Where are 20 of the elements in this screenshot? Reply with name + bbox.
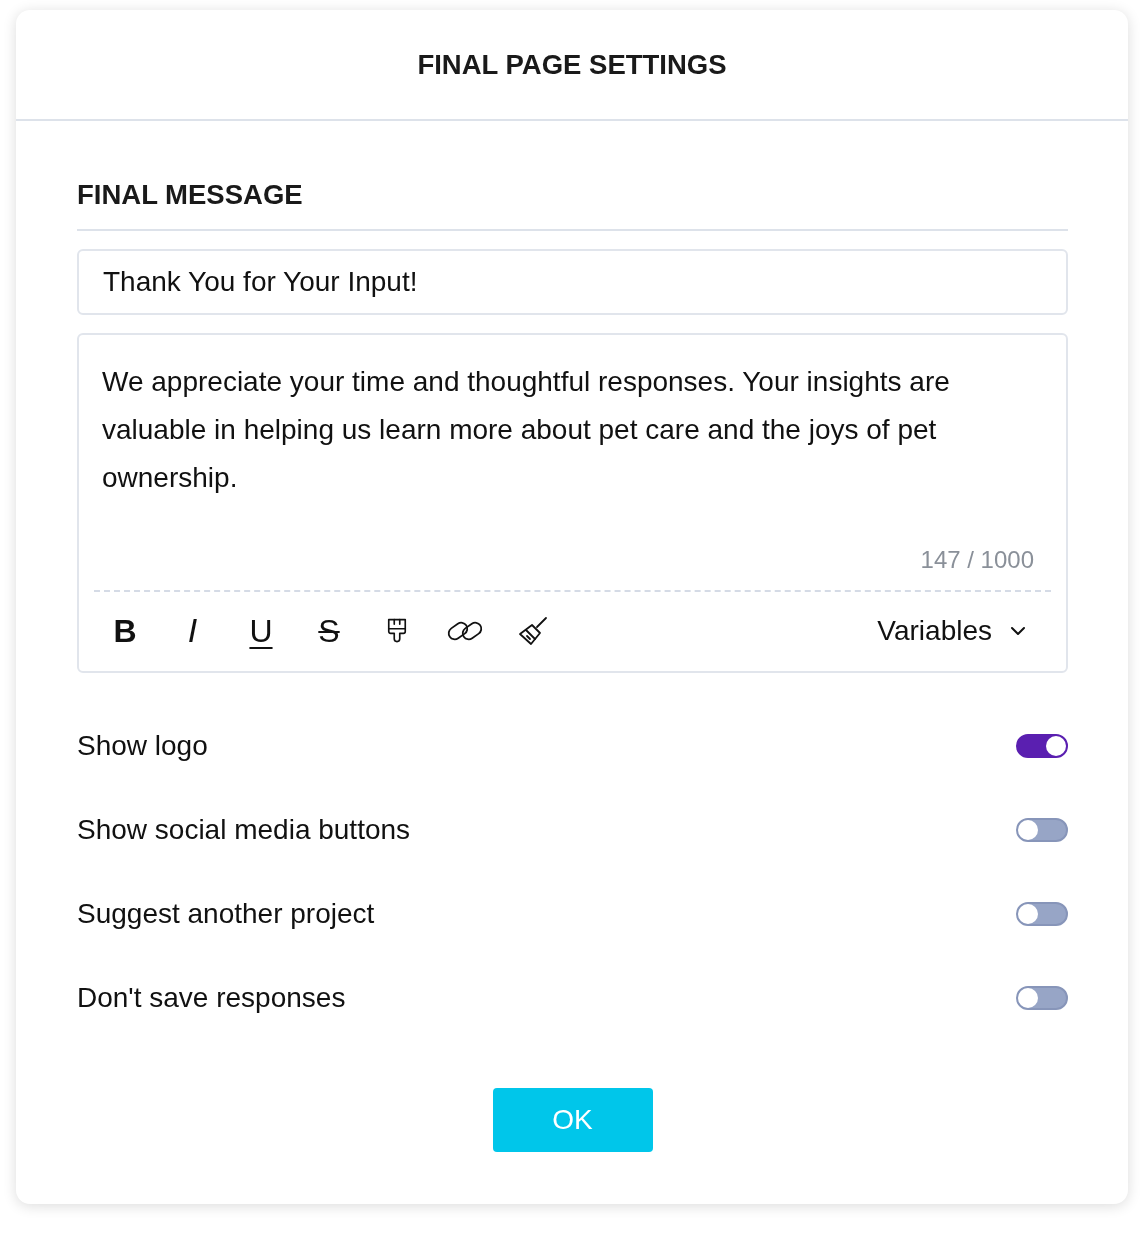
toggle-switch[interactable] xyxy=(1016,734,1068,758)
dialog-title: FINAL PAGE SETTINGS xyxy=(417,49,727,80)
toggle-switch[interactable] xyxy=(1016,902,1068,926)
broom-icon xyxy=(518,616,548,646)
underline-button[interactable]: U xyxy=(241,611,281,651)
option-label: Suggest another project xyxy=(77,898,375,930)
title-field[interactable]: Thank You for Your Input! xyxy=(77,249,1068,315)
paintbrush-icon xyxy=(386,617,408,645)
toggle-switch[interactable] xyxy=(1016,986,1068,1010)
option-label: Show logo xyxy=(77,730,208,762)
strikethrough-button[interactable]: S xyxy=(309,611,349,651)
italic-button[interactable]: I xyxy=(173,611,213,651)
option-label: Show social media buttons xyxy=(77,814,411,846)
variables-dropdown[interactable]: Variables xyxy=(877,616,1030,646)
character-counter: 147 / 1000 xyxy=(920,546,1034,574)
option-label: Don't save responses xyxy=(77,982,346,1014)
message-body-field[interactable]: We appreciate your time and thoughtful responses. Your insights are valuable in helping us learn more about pet care and the joys of pet ownership. xyxy=(79,335,1066,502)
bold-button[interactable]: B xyxy=(105,611,145,651)
section-heading: FINAL MESSAGE xyxy=(77,179,304,211)
toggle-switch[interactable] xyxy=(1016,818,1068,842)
